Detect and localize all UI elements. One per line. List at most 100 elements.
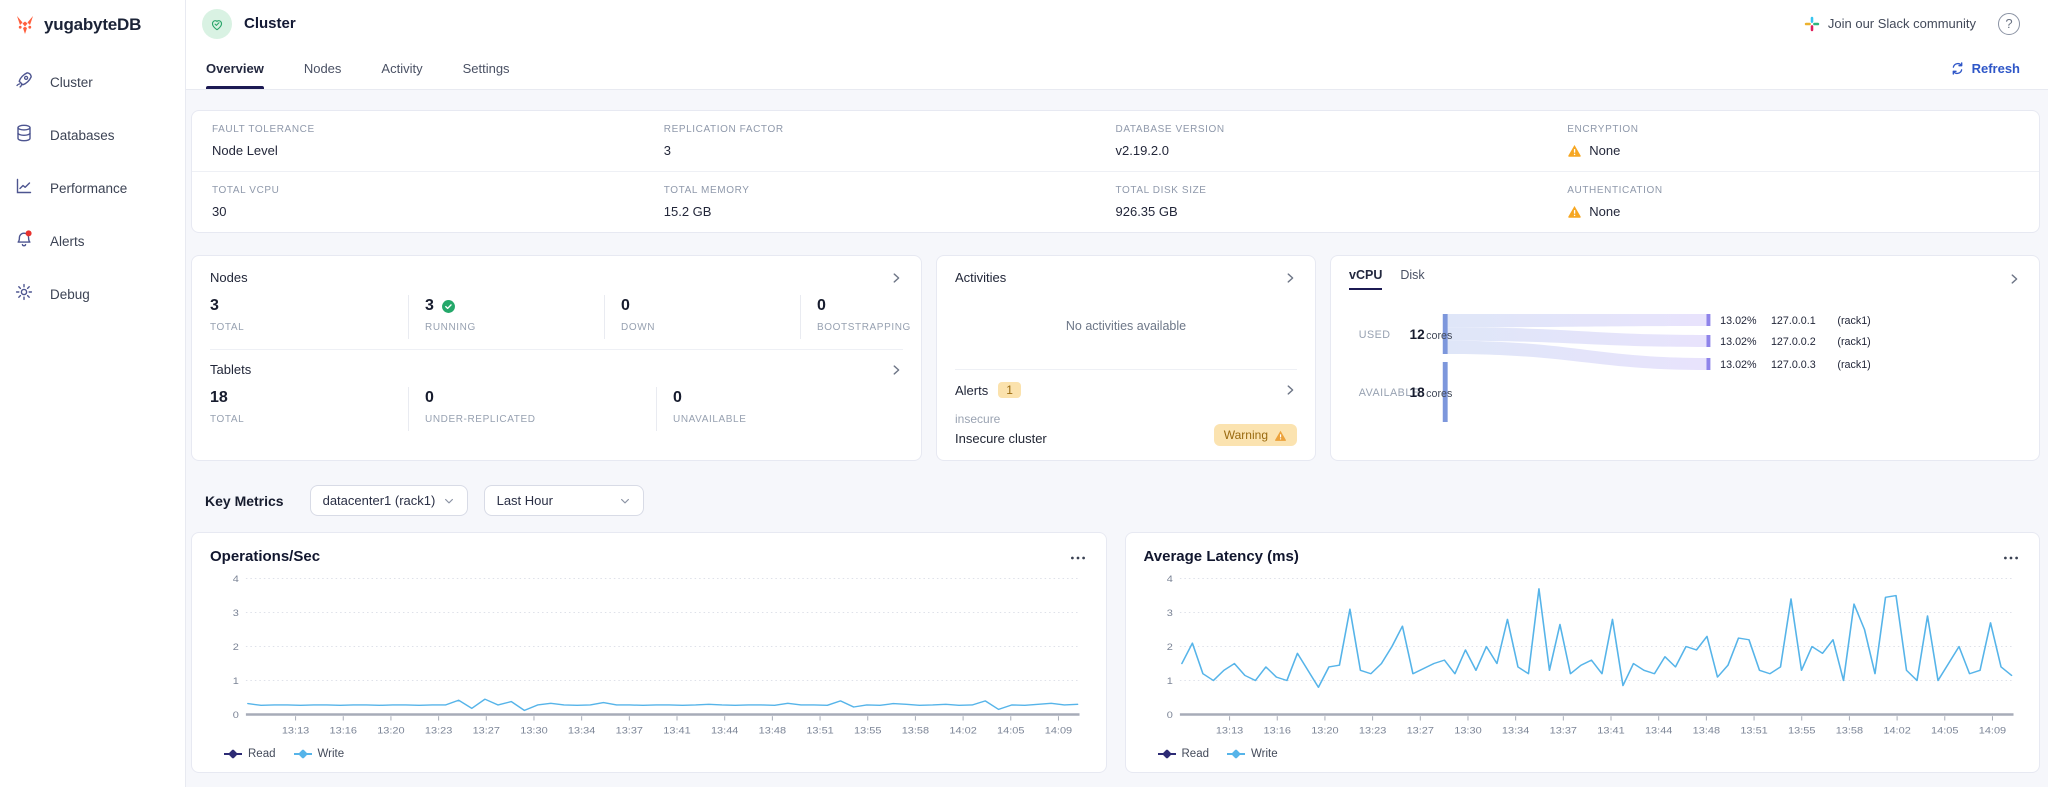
svg-text:13:48: 13:48 xyxy=(1692,726,1720,736)
usage-tab-disk[interactable]: Disk xyxy=(1400,268,1424,290)
chevron-down-icon xyxy=(619,495,631,507)
info-field-value: None xyxy=(1567,204,2019,219)
svg-text:13:37: 13:37 xyxy=(1549,726,1577,736)
alerts-expand-icon[interactable] xyxy=(1283,383,1297,397)
sidebar-item-alerts[interactable]: Alerts xyxy=(0,215,185,268)
latency-chart-menu-icon[interactable] xyxy=(2001,547,2021,566)
refresh-icon xyxy=(1950,61,1965,76)
gear-icon xyxy=(14,282,34,307)
region-select[interactable]: datacenter1 (rack1) xyxy=(310,485,468,516)
time-range-select[interactable]: Last Hour xyxy=(484,485,644,516)
latency-chart-card: Average Latency (ms) 0123413:1313:1613:2… xyxy=(1125,532,2041,773)
legend-label: Read xyxy=(248,748,276,760)
sidebar-item-cluster[interactable]: Cluster xyxy=(0,56,185,109)
info-field-value: 30 xyxy=(212,204,664,219)
bell-icon xyxy=(14,229,34,254)
stat-number: 3 xyxy=(425,297,434,315)
info-field-value: 3 xyxy=(664,143,1116,158)
refresh-button[interactable]: Refresh xyxy=(1950,47,2020,89)
info-field-authentication: AUTHENTICATIONNone xyxy=(1567,185,2019,219)
brand-logo[interactable]: yugabyteDB xyxy=(0,0,185,56)
svg-text:13:41: 13:41 xyxy=(663,726,691,736)
refresh-label: Refresh xyxy=(1972,61,2020,76)
nodes-title: Nodes xyxy=(210,270,248,285)
info-field-text: None xyxy=(1589,143,1620,158)
svg-text:2: 2 xyxy=(1166,643,1172,653)
svg-text:13:13: 13:13 xyxy=(1215,726,1243,736)
tab-overview[interactable]: Overview xyxy=(206,47,264,89)
used-value: 12 xyxy=(1410,326,1426,342)
svg-text:13:55: 13:55 xyxy=(854,726,882,736)
svg-text:13:16: 13:16 xyxy=(330,726,358,736)
tablets-stats: 18TOTAL0UNDER-REPLICATED0UNAVAILABLE xyxy=(210,387,903,431)
stat-number: 0 xyxy=(673,389,682,407)
info-field-total-memory: TOTAL MEMORY15.2 GB xyxy=(664,185,1116,219)
tab-settings[interactable]: Settings xyxy=(463,47,510,89)
tablets-expand-icon[interactable] xyxy=(889,363,903,377)
svg-text:13:27: 13:27 xyxy=(1406,726,1434,736)
tab-activity[interactable]: Activity xyxy=(381,47,422,89)
sidebar-item-label: Databases xyxy=(50,128,115,143)
nodes-stats: 3TOTAL3RUNNING0DOWN0BOOTSTRAPPING xyxy=(210,295,903,339)
stat-bootstrapping: 0BOOTSTRAPPING xyxy=(800,295,911,339)
warning-icon xyxy=(1567,204,1582,219)
operations-chart-legend: Read Write xyxy=(210,742,1088,762)
svg-text:13:58: 13:58 xyxy=(1835,726,1863,736)
usage-tab-vcpu[interactable]: vCPU xyxy=(1349,268,1382,290)
stat-label: UNAVAILABLE xyxy=(673,414,903,425)
operations-chart-menu-icon[interactable] xyxy=(1068,547,1088,566)
slack-link[interactable]: Join our Slack community xyxy=(1804,16,1976,32)
warning-icon xyxy=(1567,143,1582,158)
legend-item-read: Read xyxy=(224,748,276,760)
svg-text:13:51: 13:51 xyxy=(806,726,834,736)
alert-description: Insecure cluster xyxy=(955,431,1047,446)
info-field-total-disk-size: TOTAL DISK SIZE 926.35 GB xyxy=(1116,185,1568,219)
info-field-text: v2.19.2.0 xyxy=(1116,143,1170,158)
sidebar-item-databases[interactable]: Databases xyxy=(0,109,185,162)
sidebar-nav: Cluster Databases PerformanceAlertsDebug xyxy=(0,56,185,321)
activities-expand-icon[interactable] xyxy=(1283,271,1297,285)
info-row: FAULT TOLERANCENode LevelREPLICATION FAC… xyxy=(192,111,2039,171)
svg-text:4: 4 xyxy=(1166,575,1172,585)
svg-text:2: 2 xyxy=(233,643,239,653)
activities-empty-text: No activities available xyxy=(955,295,1297,359)
page-title: Cluster xyxy=(244,15,296,32)
stat-label: RUNNING xyxy=(425,322,604,333)
latency-chart-legend: ReadWrite xyxy=(1144,742,2022,762)
legend-item-write: Write xyxy=(294,748,345,760)
cluster-info-card: FAULT TOLERANCENode LevelREPLICATION FAC… xyxy=(191,110,2040,233)
sidebar-item-debug[interactable]: Debug xyxy=(0,268,185,321)
stat-unavailable: 0 UNAVAILABLE xyxy=(656,387,903,431)
help-icon[interactable]: ? xyxy=(1998,13,2020,35)
tab-nodes[interactable]: Nodes xyxy=(304,47,342,89)
legend-item-read: Read xyxy=(1158,748,1210,760)
activities-alerts-card: Activities No activities available Alert… xyxy=(936,255,1316,461)
stat-value: 0 xyxy=(425,389,656,407)
info-field-label: ENCRYPTION xyxy=(1567,124,2019,135)
svg-text:0: 0 xyxy=(1166,711,1172,721)
used-label: USED xyxy=(1359,329,1391,341)
info-field-text: 926.35 GB xyxy=(1116,204,1178,219)
sankey-node-ip: 127.0.0.2 xyxy=(1771,336,1816,348)
stat-label: TOTAL xyxy=(210,322,408,333)
svg-text:13:20: 13:20 xyxy=(377,726,405,736)
nodes-expand-icon[interactable] xyxy=(889,271,903,285)
check-circle-icon xyxy=(441,299,456,314)
info-field-label: TOTAL DISK SIZE xyxy=(1116,185,1568,196)
sidebar-item-performance[interactable]: Performance xyxy=(0,162,185,215)
time-range-select-value: Last Hour xyxy=(497,493,553,508)
slack-icon xyxy=(1804,16,1820,32)
svg-text:14:05: 14:05 xyxy=(997,726,1025,736)
operations-chart-card: Operations/Sec 0123413:1313:1613:2013:23… xyxy=(191,532,1107,773)
stat-value: 18 xyxy=(210,389,408,407)
svg-text:13:23: 13:23 xyxy=(425,726,453,736)
info-field-text: 30 xyxy=(212,204,226,219)
app-header: Cluster Join our Slack community ? xyxy=(186,0,2048,47)
usage-expand-icon[interactable] xyxy=(2007,272,2021,286)
info-field-value: 926.35 GB xyxy=(1116,204,1568,219)
sankey-node-ip: 127.0.0.1 xyxy=(1771,315,1816,327)
activities-title: Activities xyxy=(955,270,1006,285)
svg-text:4: 4 xyxy=(233,575,239,585)
info-field-value: None xyxy=(1567,143,2019,158)
stat-value: 0 xyxy=(673,389,903,407)
